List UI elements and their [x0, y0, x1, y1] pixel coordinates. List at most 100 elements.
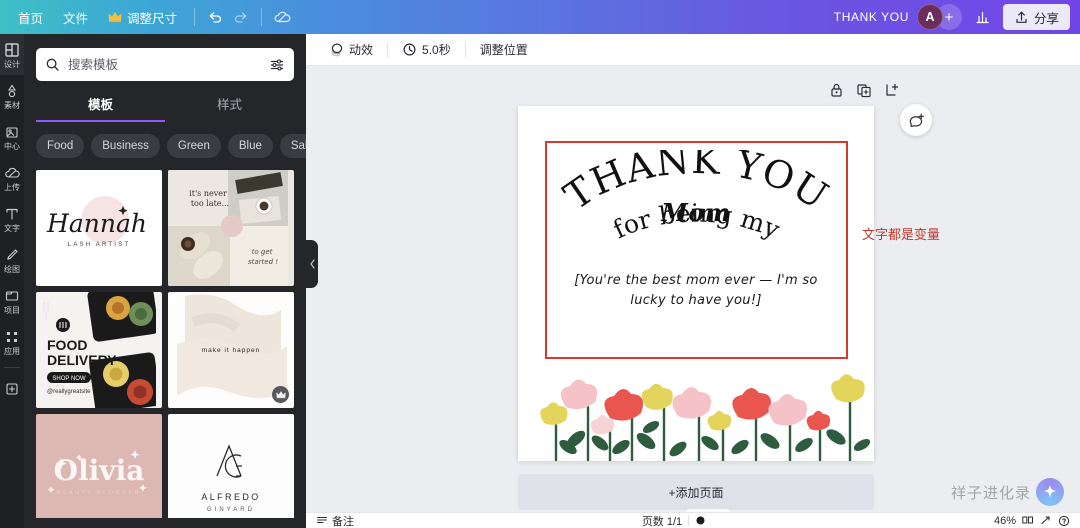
- rail-item-projects[interactable]: 项目: [0, 280, 24, 321]
- templates-panel: 模板 样式 Food Business Green Blue Sale Hann…: [24, 34, 306, 528]
- position-button[interactable]: 调整位置: [471, 38, 537, 62]
- add-comment-icon: [909, 113, 924, 127]
- document-title[interactable]: THANK YOU: [826, 10, 917, 24]
- svg-text:too late...: too late...: [191, 199, 229, 208]
- upload-cloud-icon: [5, 167, 20, 178]
- lock-button[interactable]: [829, 82, 844, 103]
- chip-business[interactable]: Business: [91, 134, 160, 158]
- rail-item-elements[interactable]: 素材: [0, 75, 24, 116]
- fullscreen-button[interactable]: [1040, 515, 1052, 526]
- hannah-thumbnail: Hannah LASH ARTIST: [46, 196, 147, 248]
- alfredo-subtitle: GINYARD: [207, 507, 255, 513]
- undo-button[interactable]: [202, 4, 228, 30]
- rail-item-draw[interactable]: 绘图: [0, 239, 24, 280]
- flower-illustration: [540, 374, 871, 461]
- resize-button[interactable]: 调整尺寸: [98, 5, 187, 29]
- search-bar[interactable]: [36, 48, 294, 81]
- grid-view-button[interactable]: [1022, 515, 1034, 526]
- insights-button[interactable]: [970, 4, 996, 30]
- tab-styles[interactable]: 样式: [165, 94, 294, 122]
- alfredo-title: ALFREDO: [201, 492, 260, 502]
- template-grid: Hannah LASH ARTIST it's never too late..…: [24, 158, 306, 518]
- food-cta: SHOP NOW: [52, 376, 86, 382]
- template-card-food[interactable]: FOOD DELIVERY SHOP NOW @reallygreatsite: [36, 292, 162, 408]
- duration-button[interactable]: 5.0秒: [393, 38, 460, 62]
- template-card-hannah[interactable]: Hannah LASH ARTIST: [36, 170, 162, 286]
- animate-button[interactable]: 动效: [320, 38, 382, 62]
- message-text[interactable]: [You're the best mom ever — I'm so lucky…: [556, 271, 836, 311]
- grid-view-icon: [1022, 516, 1034, 524]
- redo-button[interactable]: [228, 4, 254, 30]
- alfredo-thumbnail: ALFREDO GINYARD: [171, 414, 291, 518]
- coffee-subtitle: to get: [252, 248, 273, 256]
- olivia-thumbnail: Olivia BEAUTY BLOGGER: [39, 414, 159, 518]
- annotation-label: 文字都是变量: [862, 227, 941, 242]
- chip-food[interactable]: Food: [36, 134, 85, 158]
- chip-blue[interactable]: Blue: [227, 134, 273, 158]
- avatar[interactable]: A: [916, 4, 943, 30]
- design-icon: [5, 43, 19, 57]
- cloud-save-button[interactable]: [269, 4, 295, 30]
- add-comment-button[interactable]: [900, 104, 932, 136]
- help-button[interactable]: [1058, 515, 1070, 527]
- food-handle: @reallygreatsite: [47, 389, 91, 395]
- share-label: 分享: [1033, 11, 1059, 26]
- hannah-subtitle: LASH ARTIST: [68, 242, 130, 248]
- rail-item-text[interactable]: 文字: [0, 198, 24, 239]
- crown-icon: [275, 391, 286, 399]
- text-icon: [6, 208, 18, 220]
- rail-label-draw: 绘图: [4, 265, 20, 274]
- rail-label-text: 文字: [4, 224, 20, 233]
- brand-center-icon: [6, 127, 18, 138]
- canvas-toolbar: 动效 5.0秒 调整位置: [306, 34, 1080, 66]
- undo-icon: [209, 12, 222, 23]
- duplicate-button[interactable]: [856, 82, 872, 103]
- rail-label-projects: 项目: [4, 306, 20, 315]
- toolbar-divider-2: [261, 8, 263, 26]
- canva-editor-window: 首页 文件 调整尺寸 THANK YOU A + 分享 设计 素材 中心 上传 …: [0, 0, 1080, 528]
- notes-label: 备注: [332, 515, 354, 528]
- file-menu-button[interactable]: 文件: [53, 5, 98, 29]
- top-bar: 首页 文件 调整尺寸 THANK YOU A + 分享: [0, 0, 1080, 34]
- help-icon: [1058, 515, 1070, 526]
- record-icon: [696, 516, 705, 525]
- record-button[interactable]: [695, 515, 706, 526]
- rail-item-uploads[interactable]: 上传: [0, 157, 24, 198]
- elements-icon: [7, 84, 17, 98]
- clock-icon: [403, 43, 416, 56]
- food-title: FOOD: [47, 337, 87, 353]
- design-card[interactable]: THANK YOU for being my Mom [You're the b…: [518, 106, 874, 461]
- notes-button[interactable]: 备注: [316, 513, 354, 528]
- search-input[interactable]: [68, 57, 261, 72]
- svg-text:DELIVERY: DELIVERY: [47, 352, 117, 368]
- rail-label-uploads: 上传: [4, 183, 20, 192]
- tab-templates[interactable]: 模板: [36, 94, 165, 122]
- add-page-button[interactable]: +添加页面: [518, 474, 874, 510]
- template-card-makeit[interactable]: make it happen: [168, 292, 294, 408]
- canvas-toolbar-divider-1: [387, 41, 389, 58]
- share-button[interactable]: 分享: [1002, 4, 1070, 30]
- panel-collapse-handle[interactable]: [306, 240, 318, 288]
- rail-item-apps[interactable]: 应用: [0, 321, 24, 362]
- filter-chips: Food Business Green Blue Sale: [24, 122, 306, 158]
- home-button[interactable]: 首页: [8, 5, 53, 29]
- search-icon: [46, 58, 59, 71]
- zoom-level[interactable]: 46%: [994, 515, 1016, 527]
- rail-item-design[interactable]: 设计: [0, 34, 24, 75]
- rail-item-more[interactable]: [0, 373, 24, 403]
- food-thumbnail: FOOD DELIVERY SHOP NOW @reallygreatsite: [36, 292, 161, 408]
- olivia-title: Olivia: [54, 454, 145, 487]
- template-card-coffee[interactable]: it's never too late... to get started !: [168, 170, 294, 286]
- emphasis-text[interactable]: Mom: [518, 198, 874, 227]
- rail-item-brand-center[interactable]: 中心: [0, 116, 24, 157]
- toolbar-divider-1: [194, 8, 196, 26]
- template-card-olivia[interactable]: Olivia BEAUTY BLOGGER: [36, 414, 162, 518]
- template-card-alfredo[interactable]: ALFREDO GINYARD: [168, 414, 294, 518]
- canvas-toolbar-divider-2: [464, 41, 466, 58]
- watermark-text: 祥子进化录: [950, 484, 1031, 502]
- chip-sale[interactable]: Sale: [279, 134, 306, 158]
- add-more-icon: [6, 383, 18, 395]
- chart-icon: [976, 11, 990, 23]
- chip-green[interactable]: Green: [166, 134, 221, 158]
- add-page-icon-button[interactable]: [884, 82, 900, 103]
